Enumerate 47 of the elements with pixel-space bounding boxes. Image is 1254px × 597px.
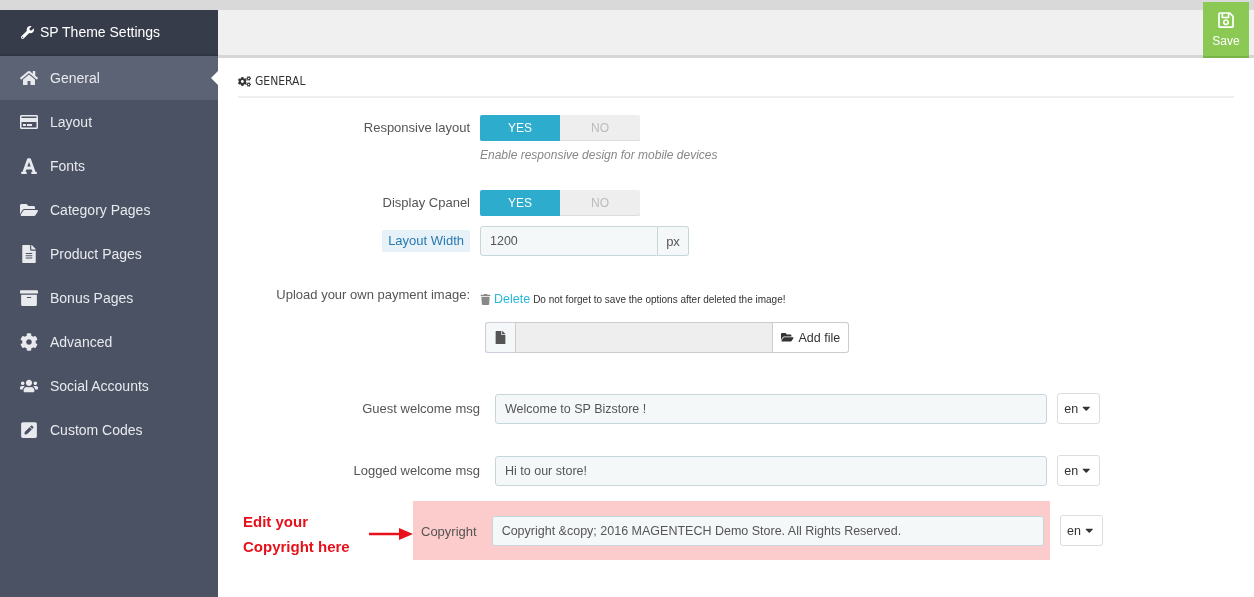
unit-addon: px [658,226,689,256]
pointer-notch [211,71,218,85]
wrench-icon [21,25,34,39]
letter-icon [18,157,40,175]
text-input[interactable]: Copyright &copy; 2016 MAGENTECH Demo Store. All Rights Reserved. [491,516,1044,546]
width-input[interactable]: 1200 [480,226,658,256]
sidebar-item[interactable]: Advanced [0,320,218,364]
sidebar-item[interactable]: Product Pages [0,232,218,276]
field-label: Layout Width [382,230,470,252]
archive-box-icon [18,289,40,307]
language-dropdown[interactable]: en [1059,515,1103,546]
file-field[interactable] [515,322,773,353]
sidebar-item[interactable]: Layout [0,100,218,144]
text-input[interactable]: Hi to our store! [495,455,1047,486]
pencil-icon [18,421,40,439]
field-label: Copyright [421,523,477,539]
credit-card-icon [18,113,40,131]
section-title: GENERAL [255,74,306,88]
sidebar-item[interactable]: General [0,56,218,100]
trash-icon [480,293,491,305]
sidebar-item[interactable]: Fonts [0,144,218,188]
add-file-button[interactable]: Add file [773,322,850,353]
language-dropdown[interactable]: en [1057,393,1100,424]
gear-icon [18,333,40,351]
home-icon [18,69,40,87]
arrow-icon [369,527,413,540]
field-label: Display Cpanel [381,194,471,212]
gears-icon [238,74,251,88]
text-input[interactable]: Welcome to SP Bizstore ! [495,393,1047,424]
sidebar-item[interactable]: Social Accounts [0,364,218,408]
save-icon [1217,10,1235,29]
sidebar-item[interactable]: Bonus Pages [0,276,218,320]
folder-icon [18,201,40,219]
folder-icon [781,331,794,344]
title-text: SP Theme Settings [40,24,161,40]
field-label: Responsive layout [362,119,471,137]
annotation-text: Edit your Copyright here [243,511,351,557]
language-dropdown[interactable]: en [1057,455,1100,486]
sidebar-item[interactable]: Custom Codes [0,408,218,452]
note-text: Do not forget to save the options after deleted the image! [533,293,786,305]
file-icon [485,322,515,353]
users-icon [18,377,40,395]
field-label: Logged welcome msg [352,461,481,480]
field-label: Guest welcome msg [361,399,481,418]
field-label: Upload your own payment image: [275,286,471,304]
sidebar-item[interactable]: Category Pages [0,188,218,232]
hint-text: Enable responsive design for mobile devices [480,148,718,162]
